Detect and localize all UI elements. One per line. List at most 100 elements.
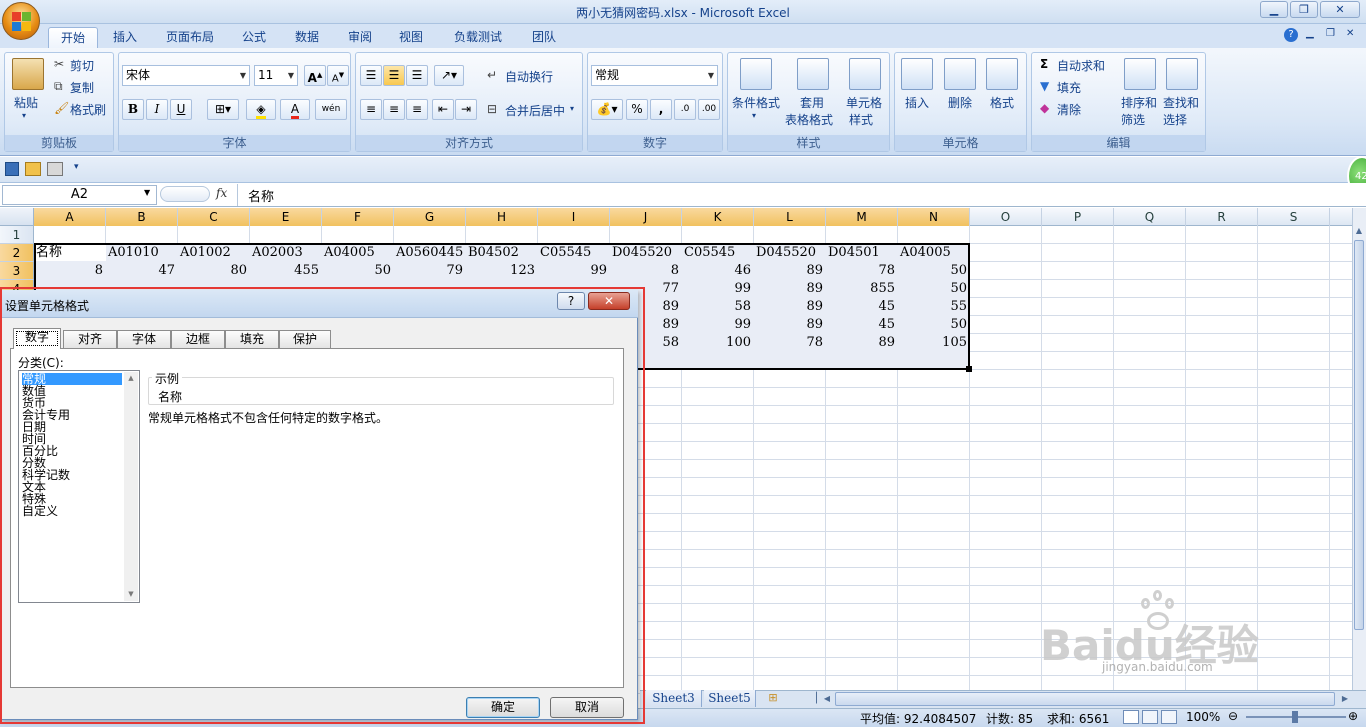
- cut-button[interactable]: 剪切: [70, 57, 94, 74]
- name-box-dropdown-icon[interactable]: ▼: [144, 188, 150, 197]
- conditional-format-icon[interactable]: [740, 58, 772, 90]
- cell-r2-A[interactable]: 名称: [34, 244, 106, 262]
- cell-r3-C[interactable]: 80: [178, 262, 250, 280]
- find-select-label-1[interactable]: 查找和: [1163, 94, 1199, 111]
- format-painter-button[interactable]: 格式刷: [70, 101, 106, 118]
- column-header-H[interactable]: H: [466, 208, 538, 226]
- insert-cells-icon[interactable]: [901, 58, 933, 90]
- dialog-help-button[interactable]: ?: [557, 292, 585, 310]
- percent-button[interactable]: %: [626, 99, 648, 120]
- cell-styles-icon[interactable]: [849, 58, 881, 90]
- font-name-combo[interactable]: 宋体 ▼: [122, 65, 250, 86]
- column-header-B[interactable]: B: [106, 208, 178, 226]
- zoom-in-icon[interactable]: ⊕: [1348, 709, 1358, 723]
- tab-7[interactable]: 负载测试: [442, 27, 514, 48]
- align-center-button[interactable]: ≡: [383, 99, 405, 120]
- zoom-out-icon[interactable]: ⊖: [1228, 709, 1238, 723]
- cell-r2-J[interactable]: D045520: [610, 244, 682, 262]
- cell-r3-B[interactable]: 47: [106, 262, 178, 280]
- cell-r3-E[interactable]: 455: [250, 262, 322, 280]
- horizontal-scroll-thumb[interactable]: [835, 692, 1335, 706]
- format-cells-icon[interactable]: [986, 58, 1018, 90]
- cell-r2-C[interactable]: A01002: [178, 244, 250, 262]
- insert-function-button[interactable]: fx: [216, 186, 227, 200]
- tab-3[interactable]: 公式: [232, 27, 276, 48]
- autosum-button[interactable]: 自动求和: [1057, 57, 1105, 74]
- cell-r2-F[interactable]: A04005: [322, 244, 394, 262]
- sort-filter-label-1[interactable]: 排序和: [1121, 94, 1157, 111]
- cell-row4-L[interactable]: 89: [754, 280, 826, 298]
- cell-r3-F[interactable]: 50: [322, 262, 394, 280]
- cell-r2-H[interactable]: B04502: [466, 244, 538, 262]
- column-header-S[interactable]: S: [1258, 208, 1330, 226]
- align-top-button[interactable]: ☰: [360, 65, 382, 86]
- vertical-scroll-thumb[interactable]: [1354, 240, 1364, 630]
- column-header-N[interactable]: N: [898, 208, 970, 226]
- cell-row7-N[interactable]: 105: [898, 334, 970, 352]
- align-middle-button[interactable]: ☰: [383, 65, 405, 86]
- scroll-left-icon[interactable]: ◀: [822, 691, 832, 706]
- page-break-view-icon[interactable]: [1161, 710, 1177, 724]
- phonetic-button[interactable]: wén: [315, 99, 347, 120]
- save-icon[interactable]: [5, 162, 19, 176]
- column-header-C[interactable]: C: [178, 208, 250, 226]
- ribbon-restore-icon[interactable]: ❐: [1326, 28, 1335, 39]
- cell-row6-N[interactable]: 50: [898, 316, 970, 334]
- fill-color-button[interactable]: ◈: [246, 99, 276, 120]
- paste-button[interactable]: 粘贴: [14, 94, 38, 111]
- formula-bar-expander[interactable]: [160, 186, 210, 202]
- align-bottom-button[interactable]: ☰: [406, 65, 428, 86]
- format-cells-button[interactable]: 格式: [990, 94, 1014, 111]
- decrease-decimal-button[interactable]: .00: [698, 99, 720, 120]
- cell-r2-B[interactable]: A01010: [106, 244, 178, 262]
- ribbon-close-icon[interactable]: ✕: [1346, 28, 1354, 39]
- cell-r2-E[interactable]: A02003: [250, 244, 322, 262]
- dialog-tab-1[interactable]: 对齐: [63, 330, 117, 348]
- underline-button[interactable]: U: [170, 99, 192, 120]
- ribbon-minimize-icon[interactable]: ▁: [1306, 28, 1314, 39]
- chevron-down-icon[interactable]: ▾: [570, 104, 574, 113]
- chevron-down-icon[interactable]: ▾: [752, 111, 756, 120]
- cell-r3-K[interactable]: 46: [682, 262, 754, 280]
- dialog-close-button[interactable]: ✕: [588, 292, 630, 310]
- zoom-slider-thumb[interactable]: [1292, 711, 1298, 723]
- scroll-up-icon[interactable]: ▲: [1354, 226, 1364, 238]
- cancel-button[interactable]: 取消: [550, 697, 624, 718]
- cell-row5-M[interactable]: 45: [826, 298, 898, 316]
- cell-r3-A[interactable]: 8: [34, 262, 106, 280]
- conditional-format-button[interactable]: 条件格式: [732, 94, 780, 111]
- orientation-button[interactable]: ↗▾: [434, 65, 464, 86]
- row-header-2[interactable]: 2: [0, 244, 34, 262]
- merge-center-button[interactable]: 合并后居中: [505, 102, 565, 119]
- category-scrollbar[interactable]: ▲ ▼: [124, 372, 138, 601]
- find-select-label-2[interactable]: 选择: [1163, 111, 1187, 128]
- cell-row6-L[interactable]: 89: [754, 316, 826, 334]
- comma-button[interactable]: ,: [650, 99, 672, 120]
- decrease-indent-button[interactable]: ⇤: [432, 99, 454, 120]
- column-header-G[interactable]: G: [394, 208, 466, 226]
- column-header-M[interactable]: M: [826, 208, 898, 226]
- sheet-tab-0[interactable]: Sheet3: [646, 690, 702, 707]
- column-header-A[interactable]: A: [34, 208, 106, 226]
- column-header-I[interactable]: I: [538, 208, 610, 226]
- tab-2[interactable]: 页面布局: [155, 27, 225, 48]
- dialog-tab-4[interactable]: 填充: [225, 330, 279, 348]
- format-as-table-label-1[interactable]: 套用: [800, 94, 824, 111]
- cell-row7-L[interactable]: 78: [754, 334, 826, 352]
- category-item-11[interactable]: 自定义: [22, 505, 122, 517]
- cell-row5-N[interactable]: 55: [898, 298, 970, 316]
- tab-6[interactable]: 视图: [389, 27, 433, 48]
- name-box[interactable]: A2: [2, 185, 157, 205]
- dialog-tab-2[interactable]: 字体: [117, 330, 171, 348]
- tab-4[interactable]: 数据: [285, 27, 329, 48]
- column-header-L[interactable]: L: [754, 208, 826, 226]
- delete-cells-button[interactable]: 删除: [948, 94, 972, 111]
- cell-r3-L[interactable]: 89: [754, 262, 826, 280]
- grow-font-button[interactable]: A▲: [304, 65, 326, 86]
- clear-button[interactable]: 清除: [1057, 101, 1081, 118]
- column-header-E[interactable]: E: [250, 208, 322, 226]
- paste-icon[interactable]: [12, 58, 44, 90]
- row-header-1[interactable]: 1: [0, 226, 34, 244]
- dialog-tab-0[interactable]: 数字: [13, 328, 61, 349]
- cell-row4-K[interactable]: 99: [682, 280, 754, 298]
